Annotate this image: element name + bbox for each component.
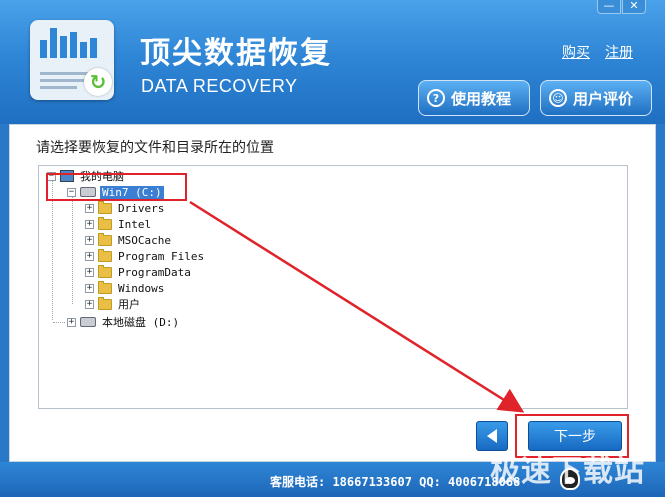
annotation-arrow [189, 200, 525, 413]
service-contact: 客服电话: 18667133607 QQ: 4006718068 [270, 475, 521, 489]
watermark: 极速下载站 [490, 454, 645, 489]
app-footer: 客服电话: 18667133607 QQ: 4006718068 极速下载站 [0, 454, 665, 497]
